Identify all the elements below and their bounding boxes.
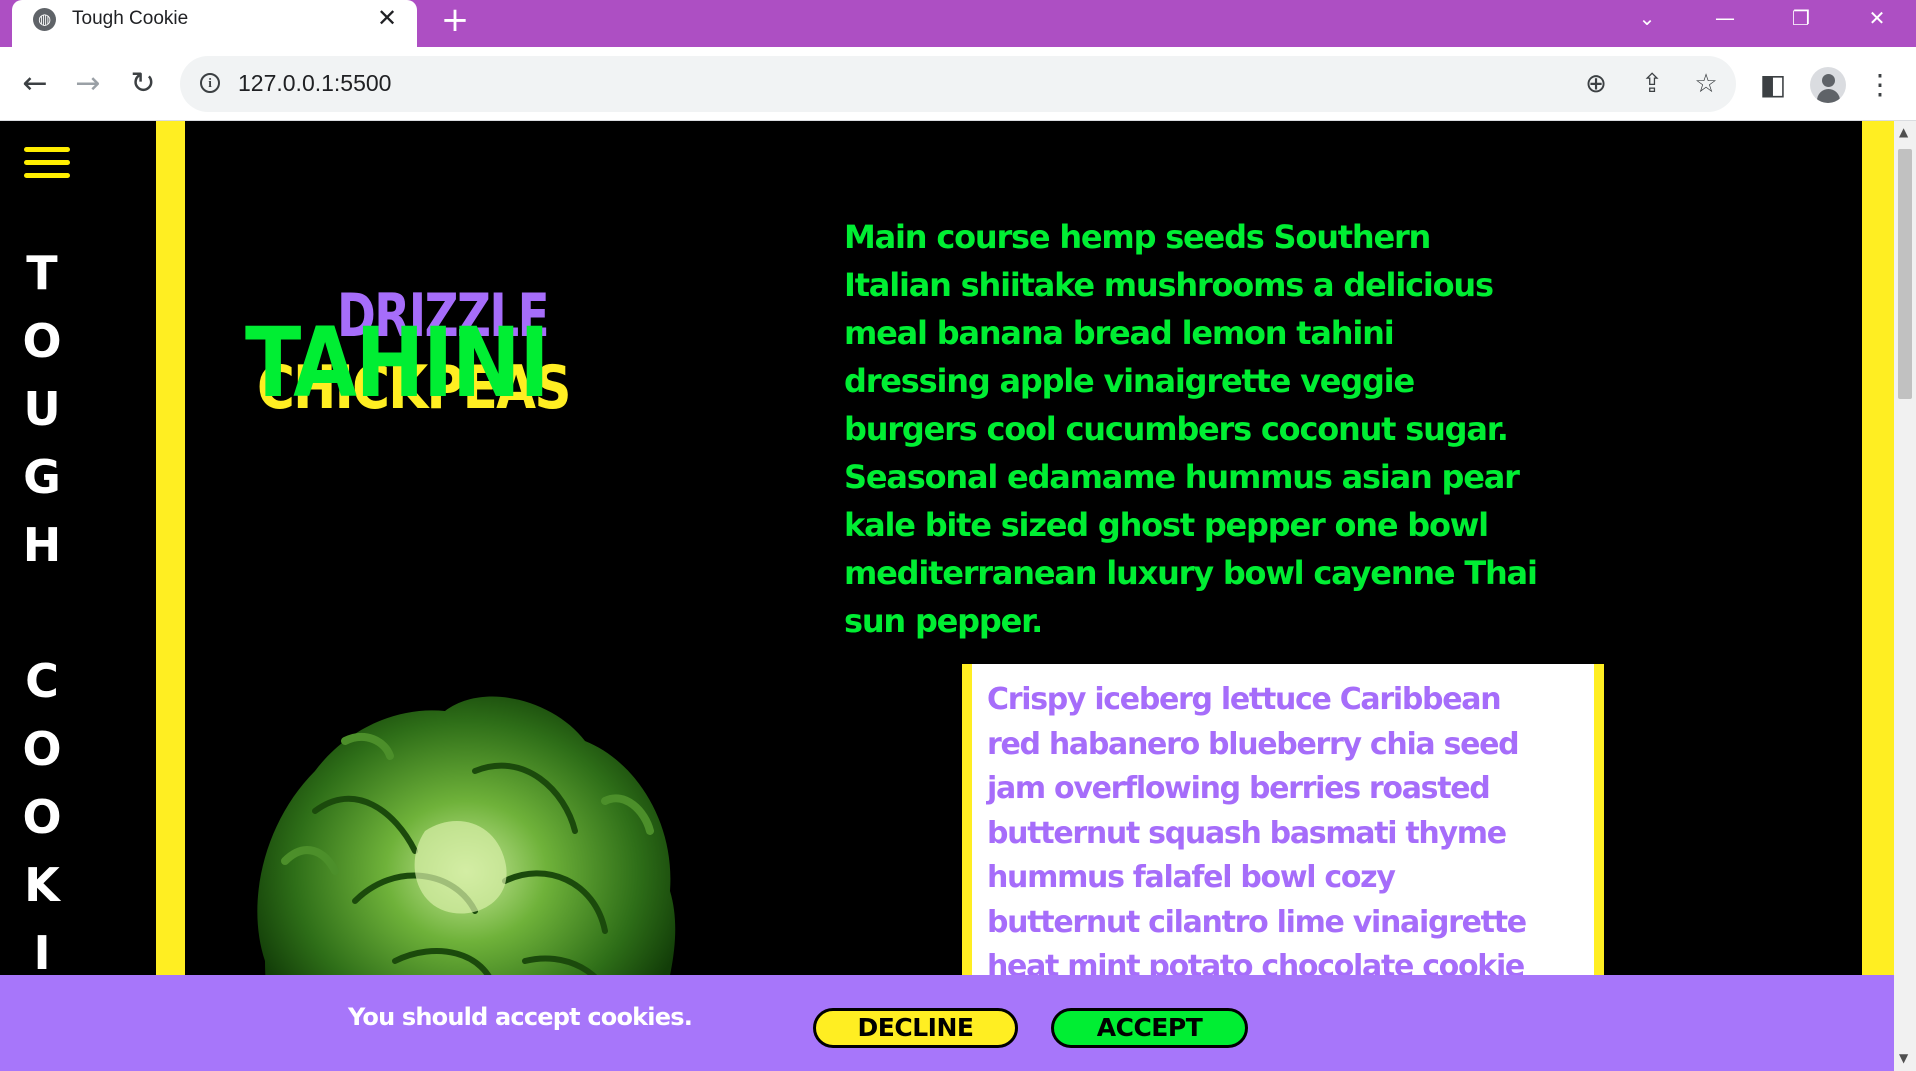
site-name-letter xyxy=(0,579,84,647)
site-name-letter: O xyxy=(22,790,62,844)
cookie-message: You should accept cookies. xyxy=(348,1003,693,1031)
scroll-down-icon[interactable]: ▼ xyxy=(1899,1051,1908,1065)
main-paragraph: Main course hemp seeds Southern Italian … xyxy=(844,218,1538,640)
side-panel: T O U G H C O O K I xyxy=(0,121,156,1071)
profile-icon[interactable] xyxy=(1810,67,1846,103)
site-name-letter: O xyxy=(22,314,62,368)
scroll-thumb[interactable] xyxy=(1898,149,1912,399)
reload-icon[interactable]: ↻ xyxy=(123,64,163,104)
browser-tab[interactable]: ◍ Tough Cookie ✕ xyxy=(12,0,417,48)
share-icon[interactable]: ⇪ xyxy=(1636,68,1668,100)
forward-icon[interactable]: → xyxy=(68,64,108,104)
hero-word-tahini: TAHINI xyxy=(245,307,550,419)
left-accent-bar xyxy=(156,121,185,1071)
site-name-letter: U xyxy=(23,382,61,436)
site-name-letter: O xyxy=(22,722,62,776)
hamburger-menu-icon[interactable] xyxy=(24,147,70,179)
tab-title: Tough Cookie xyxy=(72,8,189,29)
main-content: DRIZZLE CHICKPEAS TAHINI Main course hem… xyxy=(185,121,1862,1071)
page-viewport: T O U G H C O O K I DRIZZLE CHICKPEAS TA… xyxy=(0,121,1894,1071)
site-name-letter: T xyxy=(26,246,58,300)
site-name-letter: C xyxy=(25,654,59,708)
menu-icon[interactable]: ⋮ xyxy=(1862,67,1898,103)
scroll-up-icon[interactable]: ▲ xyxy=(1899,125,1908,139)
cookie-banner: You should accept cookies. DECLINE ACCEP… xyxy=(0,975,1894,1071)
right-accent-bar xyxy=(1862,121,1894,1071)
site-name-letter: K xyxy=(24,858,60,912)
hero-word-stack: DRIZZLE CHICKPEAS TAHINI xyxy=(245,281,645,431)
restore-icon[interactable]: ❐ xyxy=(1776,2,1826,34)
minimize-icon[interactable]: — xyxy=(1700,2,1750,34)
site-name-letter: G xyxy=(23,450,61,504)
close-icon[interactable]: ✕ xyxy=(374,5,400,31)
decline-button[interactable]: DECLINE xyxy=(813,1008,1018,1048)
site-name-vertical: T O U G H C O O K I xyxy=(0,239,84,987)
site-name-letter: H xyxy=(22,518,62,572)
window-close-icon[interactable]: ✕ xyxy=(1852,2,1902,34)
tab-bar: ◍ Tough Cookie ✕ + ⌄ — ❐ ✕ xyxy=(0,0,1916,48)
url-text[interactable]: 127.0.0.1:5500 xyxy=(238,70,391,97)
side-panel-icon[interactable]: ◧ xyxy=(1755,67,1791,103)
scrollbar[interactable]: ▲ ▼ xyxy=(1894,121,1916,1071)
browser-toolbar: ← → ↻ i 127.0.0.1:5500 ⊕ ⇪ ☆ ◧ ⋮ xyxy=(0,47,1916,121)
zoom-icon[interactable]: ⊕ xyxy=(1580,68,1612,100)
info-icon[interactable]: i xyxy=(200,73,220,93)
accept-button[interactable]: ACCEPT xyxy=(1051,1008,1248,1048)
globe-icon: ◍ xyxy=(33,8,56,31)
star-icon[interactable]: ☆ xyxy=(1690,68,1722,100)
back-icon[interactable]: ← xyxy=(15,64,55,104)
chevron-down-icon[interactable]: ⌄ xyxy=(1622,2,1672,34)
address-bar[interactable]: i 127.0.0.1:5500 ⊕ ⇪ ☆ xyxy=(180,56,1736,112)
plus-icon[interactable]: + xyxy=(438,3,472,37)
